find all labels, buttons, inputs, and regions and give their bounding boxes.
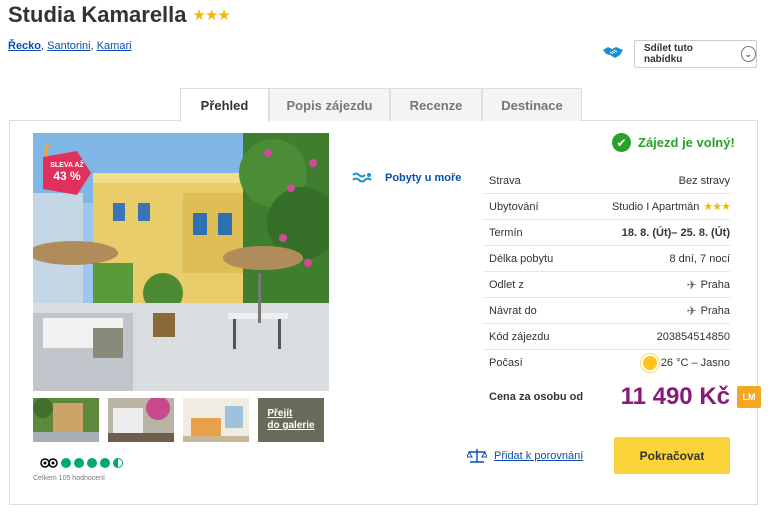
detail-label: Délka pobytu: [489, 252, 554, 265]
detail-value: Studio I Apartmán: [611, 200, 700, 213]
gallery-line1: Přejít: [267, 408, 293, 419]
gallery-link[interactable]: Přejít do galerie: [258, 398, 324, 442]
compare-label: Přidat k porovnání: [494, 450, 584, 462]
breadcrumb-country[interactable]: Řecko: [8, 40, 41, 52]
price-value: 11 490 Kč: [620, 383, 730, 410]
share-button[interactable]: Sdílet tuto nabídku ⌄: [634, 40, 757, 68]
beach-stay-link[interactable]: Pobyty u moře: [351, 171, 461, 185]
detail-row-date: Termín 18. 8. (Út)– 25. 8. (Út): [484, 220, 730, 246]
thumbnail-1[interactable]: [33, 398, 99, 442]
sun-icon: [642, 356, 657, 370]
rating-dot: [74, 457, 84, 468]
price-row: Cena za osobu od 11 490 Kč: [489, 383, 730, 411]
accommodation-stars: ★★★: [703, 201, 731, 213]
thumbnail-2[interactable]: [108, 398, 174, 442]
detail-label: Strava: [489, 174, 521, 187]
share-label: Sdílet tuto nabídku: [644, 43, 693, 65]
tab-reviews[interactable]: Recenze: [390, 88, 482, 121]
detail-value: 26 °C – Jasno: [660, 357, 730, 369]
last-minute-badge: LM: [737, 386, 761, 408]
check-icon: ✔: [612, 133, 631, 152]
detail-value: 203854514850: [656, 330, 730, 343]
handshake-icon[interactable]: [602, 44, 624, 60]
detail-row-return: Návrat do ✈ Praha: [484, 298, 730, 324]
detail-row-accommodation: Ubytování Studio I Apartmán ★★★: [484, 194, 731, 220]
detail-label: Ubytování: [489, 200, 539, 213]
detail-row-length: Délka pobytu 8 dní, 7 nocí: [484, 246, 730, 272]
detail-label: Počasí: [489, 357, 523, 369]
detail-value-wrap: ✈ Praha: [687, 304, 730, 318]
breadcrumb: Řecko, Santorini, Kamari: [8, 40, 132, 52]
rating-dot-half: [113, 457, 123, 468]
detail-row-code: Kód zájezdu 203854514850: [484, 324, 730, 350]
waves-icon: [352, 172, 372, 183]
trip-details: Strava Bez stravy Ubytování Studio I Apa…: [484, 168, 731, 376]
gallery-line2: do galerie: [267, 420, 315, 431]
detail-value-wrap: ✈ Praha: [687, 278, 730, 292]
tripadvisor-owl-icon: [40, 458, 58, 468]
detail-label: Odlet z: [489, 278, 524, 291]
detail-row-departure: Odlet z ✈ Praha: [484, 272, 730, 298]
hotel-name: Studia Kamarella: [8, 2, 187, 27]
rating-dot: [100, 457, 110, 468]
plane-icon: ✈: [686, 303, 697, 318]
tab-destination[interactable]: Destinace: [482, 88, 582, 121]
tripadvisor-rating[interactable]: [40, 457, 123, 468]
hotel-stars: ★★★: [192, 7, 231, 24]
breadcrumb-region[interactable]: Santorini: [47, 40, 90, 52]
detail-value: 8 dní, 7 nocí: [669, 252, 730, 265]
rating-dot: [87, 457, 97, 468]
compare-link[interactable]: Přidat k porovnání: [467, 448, 583, 464]
availability-status: ✔ Zájezd je volný!: [612, 133, 735, 152]
discount-value: 43 %: [53, 169, 81, 183]
detail-label: Kód zájezdu: [489, 330, 550, 343]
tab-description[interactable]: Popis zájezdu: [269, 88, 390, 121]
discount-text: SLEVA AŽ 43 %: [47, 160, 87, 182]
detail-value: 18. 8. (Út)– 25. 8. (Út): [621, 226, 730, 239]
thumbnail-strip: Přejít do galerie: [33, 398, 324, 442]
detail-value-wrap: 26 °C – Jasno: [642, 356, 730, 370]
detail-value: Bez stravy: [678, 174, 730, 187]
review-count: Celkem 105 hodnocení: [33, 475, 105, 482]
scales-icon: [467, 449, 487, 463]
detail-value-wrap: Studio I Apartmán ★★★: [611, 200, 731, 214]
continue-button[interactable]: Pokračovat: [614, 437, 730, 474]
detail-label: Návrat do: [489, 304, 537, 317]
availability-text: Zájezd je volný!: [638, 135, 735, 150]
detail-label: Termín: [489, 226, 523, 239]
detail-row-weather: Počasí 26 °C – Jasno: [484, 350, 730, 376]
rating-dot: [61, 457, 71, 468]
detail-row-board: Strava Bez stravy: [484, 168, 730, 194]
plane-icon: ✈: [686, 277, 697, 292]
thumbnail-3[interactable]: [183, 398, 249, 442]
hotel-title: Studia Kamarella ★★★: [8, 2, 231, 28]
price-label: Cena za osobu od: [489, 391, 584, 403]
chevron-down-icon: ⌄: [740, 46, 756, 62]
beach-stay-label: Pobyty u moře: [385, 172, 462, 184]
detail-value: Praha: [700, 278, 730, 291]
tab-overview[interactable]: Přehled: [180, 88, 269, 122]
detail-value: Praha: [700, 304, 730, 317]
breadcrumb-city[interactable]: Kamari: [97, 40, 132, 52]
tab-bar: Přehled Popis zájezdu Recenze Destinace: [180, 88, 582, 122]
